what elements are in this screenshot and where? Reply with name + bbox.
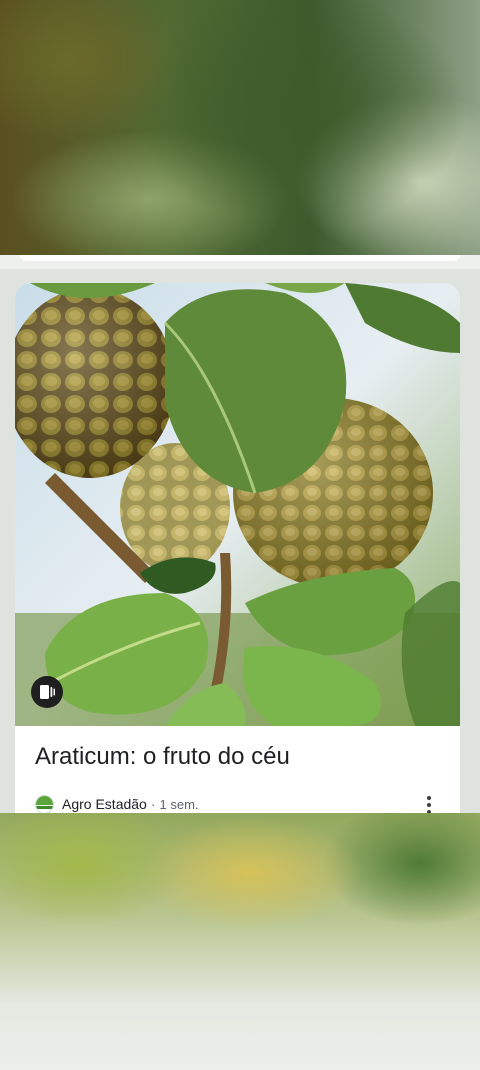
more-vert-icon — [427, 796, 431, 800]
card-image[interactable] — [15, 283, 460, 726]
news-card[interactable]: Araticum: o fruto do céu Agro Estadão · … — [15, 283, 460, 813]
article-meta: Agro Estadão · 1 sem. — [35, 793, 199, 813]
more-options-button[interactable] — [419, 795, 439, 813]
publish-time: 1 sem. — [159, 796, 199, 812]
blurred-background-top — [0, 0, 480, 255]
web-story-icon — [31, 676, 63, 708]
article-title[interactable]: Araticum: o fruto do céu — [35, 741, 440, 773]
meta-separator: · — [150, 796, 156, 812]
previous-card-edge — [0, 255, 480, 269]
source-logo-icon — [35, 794, 54, 813]
source-name: Agro Estadão — [62, 796, 147, 812]
blurred-background-bottom — [0, 813, 480, 1070]
fruit-photo — [15, 283, 460, 726]
